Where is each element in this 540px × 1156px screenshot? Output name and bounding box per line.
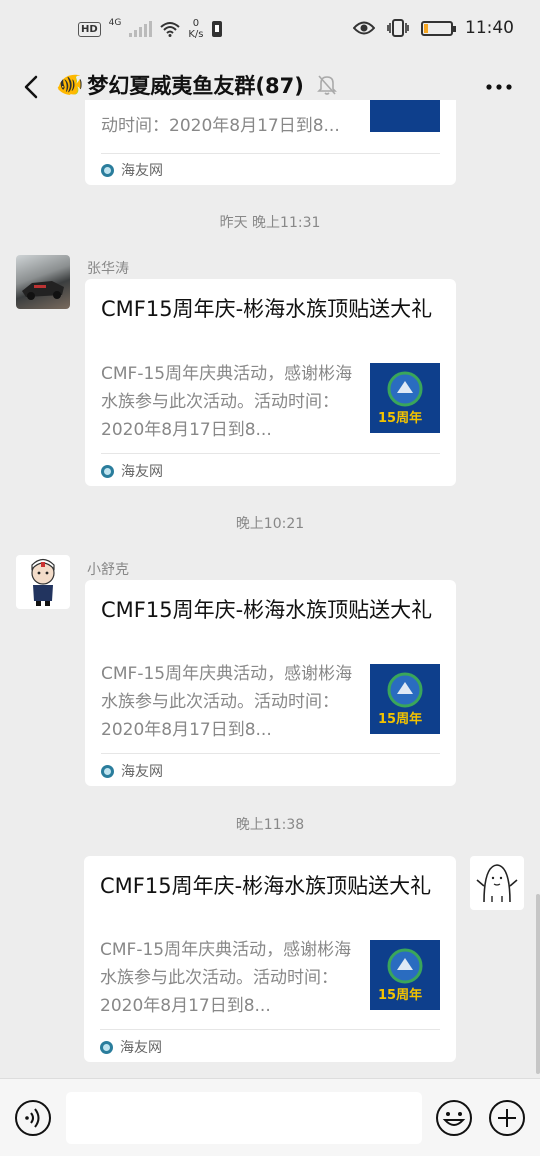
my-avatar[interactable] (470, 856, 524, 910)
link-card[interactable]: CMF15周年庆-彬海水族顶贴送大礼 CMF-15周年庆典活动，感谢彬海水族参与… (84, 856, 456, 1062)
status-bar: HD 4G 0 K/s 11:40 (0, 0, 540, 62)
card-divider (101, 453, 440, 454)
link-card[interactable]: CMF15周年庆-彬海水族顶贴送大礼 CMF-15周年庆典活动，感谢彬海水族参与… (85, 279, 456, 486)
group-name: 梦幻夏威夷鱼友群(87) (87, 74, 304, 98)
card-thumbnail: 15周年 (370, 664, 440, 734)
eye-icon (353, 21, 375, 35)
source-icon (101, 464, 114, 478)
card-description: CMF-15周年庆典活动，感谢彬海水族参与此次活动。活动时间：2020年8月17… (100, 940, 352, 1016)
avatar[interactable] (16, 255, 70, 309)
mute-bell-icon (317, 75, 337, 95)
link-card[interactable]: CMF15周年庆-彬海水族顶贴送大礼 CMF-15周年庆典活动，感谢彬海水族参与… (85, 580, 456, 786)
voice-icon[interactable] (14, 1099, 52, 1137)
source-label: 海友网 (121, 464, 163, 480)
card-description: CMF-15周年庆典活动，感谢彬海水族参与此次活动。活动时间：2020年8月17… (101, 664, 353, 740)
card-title: CMF15周年庆-彬海水族顶贴送大礼 (101, 598, 433, 622)
status-time: 11:40 (465, 18, 514, 38)
thumb-caption: 15周年 (378, 411, 423, 426)
card-source: 海友网 (101, 461, 163, 481)
network-type: 4G (108, 18, 122, 28)
source-label: 海友网 (120, 1040, 162, 1056)
link-card[interactable]: 动时间：2020年8月17日到8... 海友网 (85, 100, 456, 185)
input-bar (0, 1078, 540, 1156)
card-divider (100, 1029, 440, 1030)
message-timestamp: 昨天 晚上11:31 (219, 215, 321, 231)
source-icon (101, 163, 114, 177)
card-divider (101, 153, 440, 154)
battery-level (424, 23, 428, 33)
thumb-caption: 15周年 (378, 988, 423, 1003)
sender-name: 张华涛 (87, 261, 129, 277)
card-description: 动时间：2020年8月17日到8... (101, 116, 340, 136)
source-label: 海友网 (121, 163, 163, 179)
back-icon[interactable] (16, 70, 50, 104)
doodle-avatar (476, 864, 518, 903)
thumb-caption: 15周年 (378, 712, 423, 727)
add-icon[interactable] (488, 1099, 526, 1137)
status-right: 11:40 (353, 18, 514, 38)
card-thumbnail: 15周年 (370, 940, 440, 1010)
speed-value: 0 (192, 18, 200, 29)
source-icon (100, 1040, 113, 1054)
hd-indicator: HD (78, 21, 101, 37)
message-timestamp: 晚上11:38 (235, 817, 305, 833)
more-icon[interactable] (484, 72, 514, 102)
card-source: 海友网 (101, 761, 163, 781)
speed-unit: K/s (188, 29, 204, 40)
card-thumbnail: 15周年 (370, 363, 440, 433)
cartoon-avatar (31, 558, 55, 606)
vibrate-icon (387, 19, 409, 37)
fish-emoji: 🐠 (56, 72, 84, 98)
sim-icon (211, 21, 222, 37)
source-icon (101, 764, 114, 778)
avatar[interactable] (16, 555, 70, 609)
card-title: CMF15周年庆-彬海水族顶贴送大礼 (101, 297, 433, 321)
card-description: CMF-15周年庆典活动，感谢彬海水族参与此次活动。活动时间：2020年8月17… (101, 364, 353, 440)
car-photo (22, 281, 64, 300)
signal-icon (129, 21, 153, 37)
card-divider (101, 753, 440, 754)
chat-title: 🐠 梦幻夏威夷鱼友群(87) (56, 70, 304, 100)
battery-icon (421, 20, 456, 36)
scrollbar[interactable] (536, 894, 540, 1074)
message-input[interactable] (66, 1092, 422, 1144)
source-label: 海友网 (121, 764, 163, 780)
card-source: 海友网 (100, 1037, 162, 1057)
status-left: HD 4G 0 K/s (78, 18, 222, 40)
wifi-icon (160, 22, 181, 37)
sender-name: 小舒克 (87, 562, 129, 578)
card-source: 海友网 (101, 160, 163, 180)
card-thumbnail (370, 100, 440, 132)
message-timestamp: 晚上10:21 (235, 516, 305, 532)
card-title: CMF15周年庆-彬海水族顶贴送大礼 (100, 874, 432, 898)
network-speed: 0 K/s (188, 18, 203, 40)
emoji-icon[interactable] (435, 1099, 473, 1137)
